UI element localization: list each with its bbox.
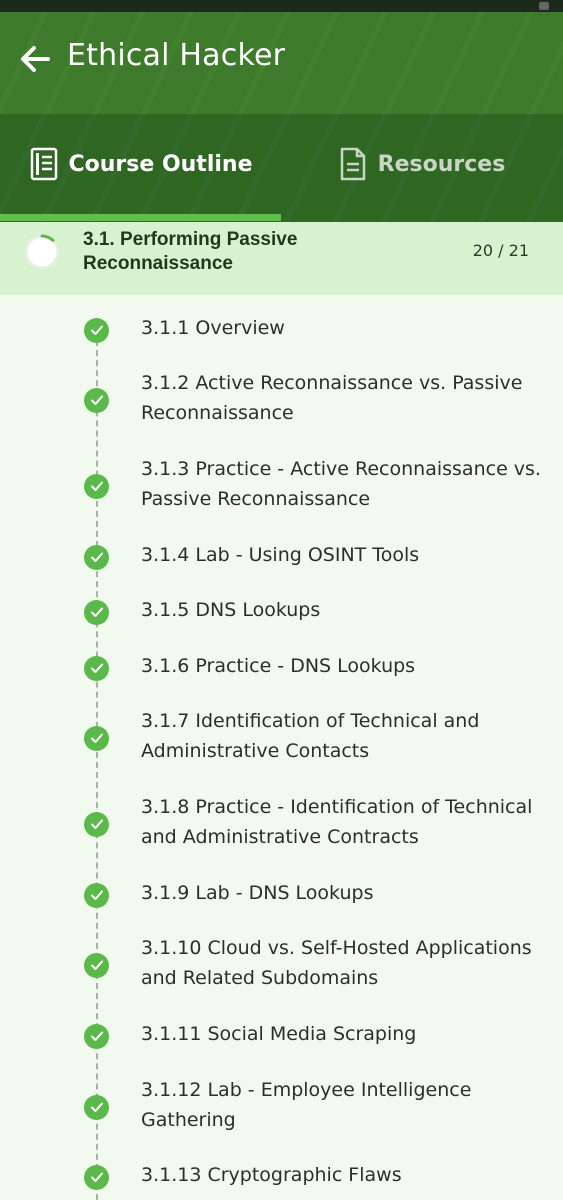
lesson-item[interactable]: 3.1.11 Social Media Scraping <box>0 1019 563 1049</box>
lesson-item-label: 3.1.13 Cryptographic Flaws <box>141 1164 402 1186</box>
tab-bar: Course Outline Resources <box>0 114 563 222</box>
lesson-item[interactable]: 3.1.2 Active Reconnaissance vs. Passive … <box>0 368 563 428</box>
completed-check-icon <box>84 1094 109 1120</box>
lesson-item[interactable]: 3.1.13 Cryptographic Flaws <box>0 1160 563 1190</box>
tab-resources-label: Resources <box>377 151 506 177</box>
completed-check-icon <box>84 1164 109 1190</box>
completed-check-icon <box>84 387 109 413</box>
progress-ring-icon <box>24 234 60 270</box>
completed-check-icon <box>84 952 109 978</box>
lesson-item-label: 3.1.1 Overview <box>141 317 285 339</box>
lesson-item-label: 3.1.9 Lab - DNS Lookups <box>141 882 374 904</box>
active-tab-indicator <box>0 214 281 221</box>
completed-check-icon <box>84 882 109 908</box>
lesson-item-label: 3.1.10 Cloud vs. Self-Hosted Application… <box>141 937 532 989</box>
lesson-item[interactable]: 3.1.3 Practice - Active Reconnaissance v… <box>0 454 563 514</box>
lesson-item[interactable]: 3.1.6 Practice - DNS Lookups <box>0 651 563 681</box>
lesson-item-label: 3.1.7 Identification of Technical and Ad… <box>141 710 480 762</box>
arrow-left-icon[interactable] <box>18 42 52 76</box>
document-icon <box>340 147 365 181</box>
tab-resources[interactable]: Resources <box>281 114 562 214</box>
lesson-item[interactable]: 3.1.5 DNS Lookups <box>0 595 563 625</box>
lesson-item-label: 3.1.3 Practice - Active Reconnaissance v… <box>141 458 541 510</box>
app-title: Ethical Hacker <box>67 38 286 73</box>
tab-course-outline[interactable]: Course Outline <box>0 114 281 214</box>
tab-course-outline-label: Course Outline <box>68 151 253 177</box>
lesson-item[interactable]: 3.1.1 Overview <box>0 313 563 343</box>
completed-check-icon <box>84 317 109 343</box>
lesson-item[interactable]: 3.1.12 Lab - Employee Intelligence Gathe… <box>0 1075 563 1135</box>
section-title: 3.1. Performing Passive Reconnaissance <box>83 229 298 274</box>
section-progress-count: 20 / 21 <box>472 241 529 260</box>
lesson-item-label: 3.1.2 Active Reconnaissance vs. Passive … <box>141 372 523 424</box>
lesson-item-label: 3.1.8 Practice - Identification of Techn… <box>141 796 533 848</box>
lesson-item-label: 3.1.11 Social Media Scraping <box>141 1023 417 1045</box>
status-bar <box>0 0 563 12</box>
lesson-item[interactable]: 3.1.7 Identification of Technical and Ad… <box>0 706 563 766</box>
lesson-item[interactable]: 3.1.9 Lab - DNS Lookups <box>0 878 563 908</box>
status-indicator <box>539 2 549 10</box>
lesson-item[interactable]: 3.1.4 Lab - Using OSINT Tools <box>0 540 563 570</box>
completed-check-icon <box>84 1023 109 1049</box>
lesson-item-label: 3.1.5 DNS Lookups <box>141 599 321 621</box>
completed-check-icon <box>84 725 109 751</box>
completed-check-icon <box>84 655 109 681</box>
lesson-item[interactable]: 3.1.10 Cloud vs. Self-Hosted Application… <box>0 933 563 993</box>
lesson-item-label: 3.1.12 Lab - Employee Intelligence Gathe… <box>141 1079 472 1131</box>
lesson-item-label: 3.1.6 Practice - DNS Lookups <box>141 655 416 677</box>
lesson-item[interactable]: 3.1.8 Practice - Identification of Techn… <box>0 792 563 852</box>
completed-check-icon <box>84 473 109 499</box>
course-outline-icon <box>30 147 57 181</box>
lesson-item-label: 3.1.4 Lab - Using OSINT Tools <box>141 544 420 566</box>
completed-check-icon <box>84 544 109 570</box>
completed-check-icon <box>84 599 109 625</box>
completed-check-icon <box>84 811 109 837</box>
app-header: Ethical Hacker <box>0 12 563 114</box>
